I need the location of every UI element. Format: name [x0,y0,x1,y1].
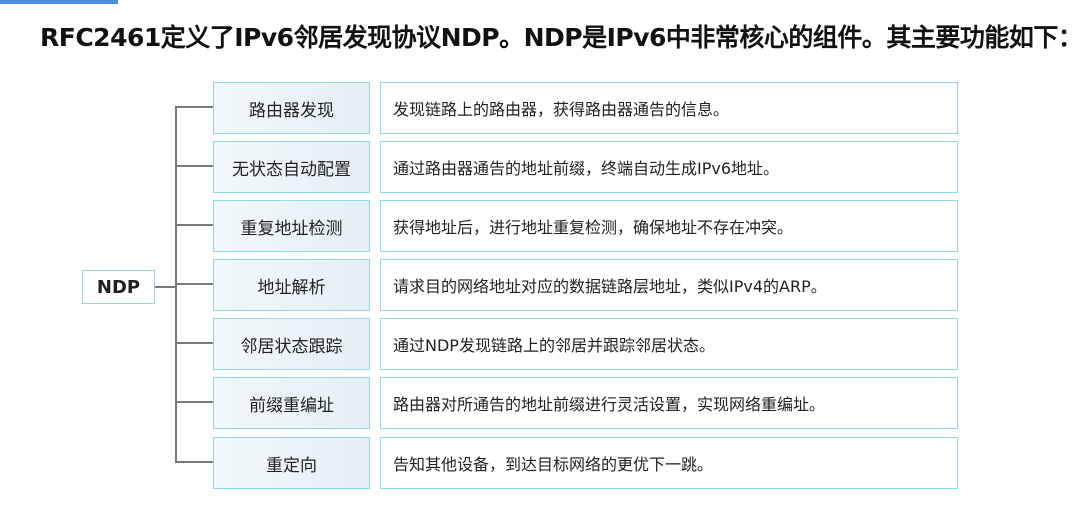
function-description-router-discovery: 发现链路上的路由器，获得路由器通告的信息。 [380,82,958,134]
function-description-prefix-renumbering: 路由器对所通告的地址前缀进行灵活设置，实现网络重编址。 [380,377,958,429]
root-connector-line [155,286,176,288]
function-row: 前缀重编址 路由器对所通告的地址前缀进行灵活设置，实现网络重编址。 [213,377,958,429]
function-label-address-resolution: 地址解析 [213,259,370,311]
function-description-duplicate-address-detection: 获得地址后，进行地址重复检测，确保地址不存在冲突。 [380,200,958,252]
root-node-ndp: NDP [82,270,155,304]
function-row: 路由器发现 发现链路上的路由器，获得路由器通告的信息。 [213,82,958,134]
function-row: 地址解析 请求目的网络地址对应的数据链路层地址，类似IPv4的ARP。 [213,259,958,311]
function-label-redirect: 重定向 [213,437,370,489]
function-row: 重复地址检测 获得地址后，进行地址重复检测，确保地址不存在冲突。 [213,200,958,252]
function-label-prefix-renumbering: 前缀重编址 [213,377,370,429]
branch-line-7 [175,461,213,463]
function-label-router-discovery: 路由器发现 [213,82,370,134]
function-description-address-resolution: 请求目的网络地址对应的数据链路层地址，类似IPv4的ARP。 [380,259,958,311]
branch-line-2 [175,165,213,167]
function-description-redirect: 告知其他设备，到达目标网络的更优下一跳。 [380,437,958,489]
function-label-stateless-autoconfig: 无状态自动配置 [213,141,370,193]
branch-line-1 [175,106,213,108]
ndp-function-diagram: NDP 路由器发现 发现链路上的路由器，获得路由器通告的信息。 无状态自动配置 … [0,0,1084,511]
function-label-duplicate-address-detection: 重复地址检测 [213,200,370,252]
branch-line-4 [175,283,213,285]
function-row: 邻居状态跟踪 通过NDP发现链路上的邻居并跟踪邻居状态。 [213,318,958,370]
function-description-stateless-autoconfig: 通过路由器通告的地址前缀，终端自动生成IPv6地址。 [380,141,958,193]
function-row: 重定向 告知其他设备，到达目标网络的更优下一跳。 [213,437,958,489]
branch-line-6 [175,401,213,403]
function-row: 无状态自动配置 通过路由器通告的地址前缀，终端自动生成IPv6地址。 [213,141,958,193]
function-label-neighbor-tracking: 邻居状态跟踪 [213,318,370,370]
branch-line-3 [175,224,213,226]
branch-line-5 [175,342,213,344]
function-description-neighbor-tracking: 通过NDP发现链路上的邻居并跟踪邻居状态。 [380,318,958,370]
